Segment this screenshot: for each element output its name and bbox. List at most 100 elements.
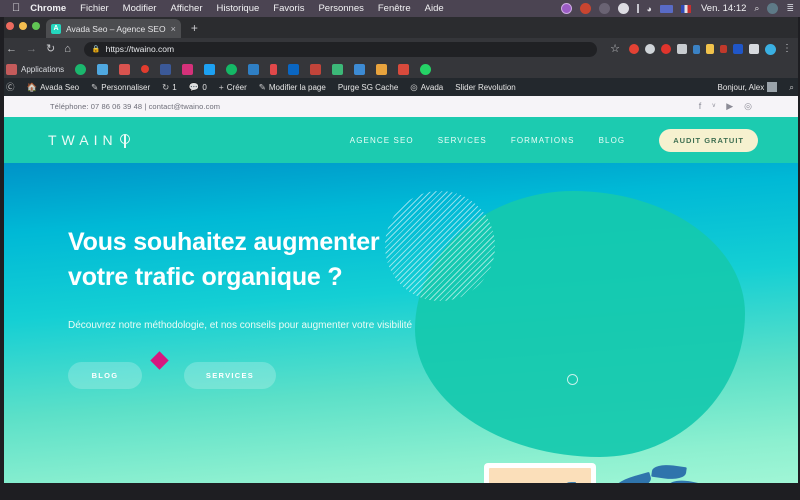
fire-icon[interactable] xyxy=(310,63,322,75)
menubar-item-personnes[interactable]: Personnes xyxy=(318,3,363,14)
site-logo[interactable]: TWAIN xyxy=(48,132,132,148)
leaf-icon[interactable] xyxy=(226,63,238,75)
bookmark-applications[interactable]: Applications xyxy=(6,63,64,75)
menubar-item-modifier[interactable]: Modifier xyxy=(123,3,157,14)
twitter-icon[interactable]: ᵛ xyxy=(712,101,715,112)
wpbar-greeting[interactable]: Bonjour, Alex xyxy=(718,82,778,92)
search-icon[interactable]: ⌕ xyxy=(754,3,759,14)
menubar-item-chrome[interactable]: Chrome xyxy=(30,3,66,14)
wpbar-item-creer[interactable]: + Créer xyxy=(219,82,247,92)
bookmark-star-icon[interactable]: ☆ xyxy=(610,43,620,55)
box-icon[interactable] xyxy=(659,4,673,13)
archive-icon[interactable] xyxy=(119,63,131,75)
linkedin-icon[interactable] xyxy=(288,63,300,75)
globe-icon[interactable] xyxy=(75,63,87,75)
duplicate-icon[interactable] xyxy=(248,63,260,75)
hero-blog-button[interactable]: BLOG xyxy=(68,361,142,389)
flag-fr-icon[interactable] xyxy=(680,4,691,13)
bluetooth-icon[interactable] xyxy=(636,4,639,13)
close-window-button[interactable] xyxy=(6,22,14,30)
maximize-window-button[interactable] xyxy=(32,22,40,30)
nav-item-blog[interactable]: BLOG xyxy=(599,136,626,145)
wpbar-label: 1 xyxy=(172,82,177,92)
wordpress-icon[interactable]: Ⓒ xyxy=(6,81,15,93)
nav-item-agence-seo[interactable]: AGENCE SEO xyxy=(350,136,414,145)
control-center-icon[interactable] xyxy=(767,3,779,14)
analytics-icon[interactable] xyxy=(376,63,388,75)
wpbar-item-comments[interactable]: 💬 0 xyxy=(189,82,207,93)
bookmarks-bar: Applications xyxy=(0,60,800,78)
whatsapp-icon[interactable] xyxy=(420,63,432,75)
minimize-window-button[interactable] xyxy=(19,22,27,30)
magnifier-o-icon xyxy=(119,133,132,148)
alert-extension-icon[interactable] xyxy=(693,44,700,54)
window-controls[interactable] xyxy=(6,22,40,30)
image-icon[interactable] xyxy=(332,63,344,75)
menubar-item-fenetre[interactable]: Fenêtre xyxy=(378,3,411,14)
twitter-icon[interactable] xyxy=(204,63,216,75)
menubar-item-favoris[interactable]: Favoris xyxy=(273,3,304,14)
wappalyzer-extension-icon[interactable] xyxy=(733,44,743,54)
location-extension-icon[interactable] xyxy=(661,44,671,54)
wpbar-item-avada[interactable]: ◎ Avada xyxy=(410,82,443,93)
nav-item-services[interactable]: SERVICES xyxy=(438,136,487,145)
cloud-icon[interactable] xyxy=(617,3,629,14)
instagram-icon[interactable] xyxy=(182,63,194,75)
reload-button[interactable]: ↻ xyxy=(46,43,55,55)
hero-services-button[interactable]: SERVICES xyxy=(184,361,276,389)
address-bar[interactable]: 🔒 https://twaino.com xyxy=(83,41,598,57)
avada-favicon: A xyxy=(51,23,61,34)
home-button[interactable]: ⌂ xyxy=(64,43,71,55)
book-icon[interactable] xyxy=(354,63,366,75)
wpbar-item-slider-revolution[interactable]: Slider Revolution xyxy=(455,83,515,92)
wpbar-item-site[interactable]: 🏠 Avada Seo xyxy=(27,82,80,93)
notification-list-icon[interactable]: ≣ xyxy=(786,3,794,14)
search-icon[interactable]: ⌕ xyxy=(789,82,794,93)
wpbar-item-purge-cache[interactable]: Purge SG Cache xyxy=(338,83,398,92)
plus-icon: + xyxy=(218,82,224,92)
siri-icon[interactable] xyxy=(560,3,572,14)
dropbox-icon[interactable] xyxy=(579,3,591,14)
profile-avatar-icon[interactable] xyxy=(765,43,776,55)
menubar-item-afficher[interactable]: Afficher xyxy=(170,3,202,14)
flame-icon[interactable] xyxy=(270,63,278,75)
paint-extension-icon[interactable] xyxy=(706,44,714,54)
wpbar-item-updates[interactable]: ↻ 1 xyxy=(162,82,177,93)
menubar-item-aide[interactable]: Aide xyxy=(425,3,444,14)
wpbar-item-personnaliser[interactable]: ✎ Personnaliser xyxy=(91,82,150,93)
x-extension-icon[interactable] xyxy=(720,45,727,53)
grid-extension-icon[interactable] xyxy=(677,44,687,54)
audit-gratuit-button[interactable]: AUDIT GRATUIT xyxy=(659,128,758,152)
instagram-icon[interactable]: ◎ xyxy=(744,101,752,112)
browser-tab[interactable]: A Avada Seo – Agence SEO × xyxy=(46,19,181,38)
wpbar-label: Avada xyxy=(420,82,444,92)
menubar-clock[interactable]: Ven. 14:12 xyxy=(701,3,746,14)
battery-icon[interactable] xyxy=(598,3,610,14)
news-icon[interactable] xyxy=(398,63,410,75)
facebook-icon[interactable]: f xyxy=(699,101,702,112)
kebab-menu-icon[interactable]: ⋮ xyxy=(782,44,792,54)
pencil-icon: ✎ xyxy=(91,81,99,92)
record-icon[interactable] xyxy=(141,65,150,73)
desktop-bottom-strip xyxy=(0,483,800,500)
forward-button[interactable]: → xyxy=(26,43,37,55)
wpbar-item-modifier-page[interactable]: ✎ Modifier la page xyxy=(259,82,326,93)
new-tab-button[interactable]: + xyxy=(191,21,198,35)
small-circle-outline xyxy=(567,374,578,385)
facebook-icon[interactable] xyxy=(160,63,172,75)
youtube-icon[interactable]: ▶ xyxy=(726,101,733,112)
back-button[interactable]: ← xyxy=(6,43,17,55)
site-header: TWAIN AGENCE SEO SERVICES FORMATIONS BLO… xyxy=(0,117,800,163)
grammarly-extension-icon[interactable] xyxy=(629,44,639,54)
tab-title: Avada Seo – Agence SEO xyxy=(66,23,166,34)
menubar-item-historique[interactable]: Historique xyxy=(217,3,260,14)
macos-menubar:  Chrome Fichier Modifier Afficher Histo… xyxy=(0,0,800,17)
apple-icon[interactable]:  xyxy=(12,3,20,14)
menubar-item-fichier[interactable]: Fichier xyxy=(80,3,109,14)
mail-icon[interactable] xyxy=(97,63,109,75)
cloud-extension-icon[interactable] xyxy=(645,44,655,54)
wifi-icon[interactable]: ◕ xyxy=(647,4,652,14)
nav-item-formations[interactable]: FORMATIONS xyxy=(511,136,575,145)
arrow-extension-icon[interactable] xyxy=(749,44,759,54)
close-icon[interactable]: × xyxy=(171,24,176,34)
